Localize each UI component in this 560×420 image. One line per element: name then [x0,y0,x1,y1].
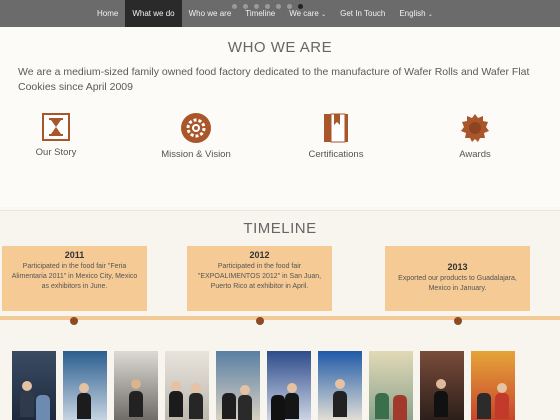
nav-item-get-in-touch[interactable]: Get In Touch [333,0,392,27]
gallery-photo[interactable] [165,351,209,420]
nav-item-what-we-do[interactable]: What we do [125,0,182,27]
timeline-card-2012: 2012 Participated in the food fair "EXPO… [187,246,332,311]
feature-label: Our Story [35,147,77,158]
section-title: TIMELINE [243,220,317,237]
section-title: WHO WE ARE [227,39,333,56]
nav-item-language[interactable]: English ⌄ [392,0,440,27]
timeline-text: Participated in the food fair "EXPOALIME… [197,263,322,290]
gallery-photo[interactable] [12,351,56,420]
gallery-photo[interactable] [318,351,362,420]
timeline-section: TIMELINE 2011 Participated in the food f… [0,211,560,420]
timeline-axis [0,316,560,320]
timeline-text: Participated in the food fair "Feria Ali… [11,263,138,290]
feature-our-story[interactable]: Our Story [6,113,106,158]
timeline-text: Exported our products to Guadalajara, Me… [398,275,517,292]
gallery-photo[interactable] [471,351,515,420]
photo-gallery [12,351,515,420]
nav-item-we-care[interactable]: We care ⌄ [282,0,333,27]
feature-certifications[interactable]: Certifications [286,113,386,160]
gear-icon [181,113,211,143]
gallery-photo[interactable] [216,351,260,420]
nav-item-timeline[interactable]: Timeline [238,0,282,27]
timeline-year: 2013 [447,262,468,272]
certificate-icon [321,113,351,143]
feature-label: Mission & Vision [161,149,231,160]
who-we-are-description: We are a medium-sized family owned food … [18,66,530,93]
hourglass-icon [42,113,70,141]
timeline-card-2013: 2013 Exported our products to Guadalajar… [385,246,530,311]
nav-menu: Home What we do Who we are Timeline We c… [90,0,440,27]
gallery-photo[interactable] [420,351,464,420]
nav-item-home[interactable]: Home [90,0,125,27]
chevron-down-icon: ⌄ [321,12,327,18]
feature-awards[interactable]: Awards [425,113,525,160]
award-seal-icon [460,113,490,143]
nav-item-label: We care [289,9,319,18]
gallery-photo[interactable] [63,351,107,420]
nav-item-who-we-are[interactable]: Who we are [182,0,239,27]
feature-label: Awards [459,149,491,160]
timeline-year: 2012 [249,250,270,260]
timeline-year: 2011 [64,250,85,260]
feature-mission-vision[interactable]: Mission & Vision [146,113,246,160]
top-navigation-bar: Home What we do Who we are Timeline We c… [0,0,560,27]
chevron-down-icon: ⌄ [427,12,433,18]
timeline-marker [256,317,264,325]
gallery-photo[interactable] [114,351,158,420]
feature-label: Certifications [308,149,364,160]
nav-item-label: English [399,9,426,18]
gallery-photo[interactable] [267,351,311,420]
timeline-marker [454,317,462,325]
gallery-photo[interactable] [369,351,413,420]
who-we-are-section: WHO WE ARE We are a medium-sized family … [0,27,560,207]
timeline-marker [70,317,78,325]
timeline-card-2011: 2011 Participated in the food fair "Feri… [2,246,147,311]
